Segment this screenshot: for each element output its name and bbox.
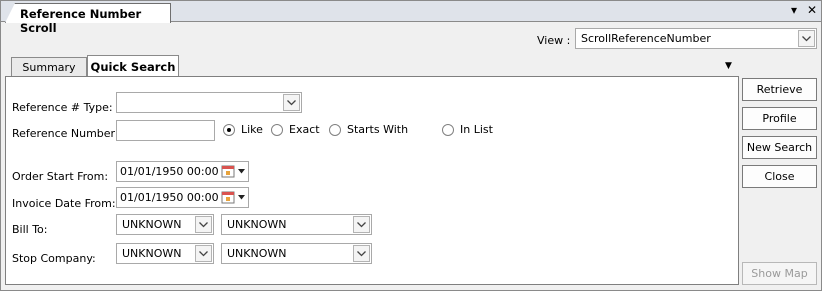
chevron-down-icon[interactable] — [283, 94, 300, 111]
view-select[interactable]: ScrollReferenceNumber — [575, 28, 817, 49]
close-button[interactable]: Close — [742, 165, 817, 188]
match-like-label: Like — [241, 123, 263, 136]
stop-company-code-select[interactable]: UNKNOWN — [116, 243, 214, 264]
match-in-list-label: In List — [460, 123, 493, 136]
bill-to-name-value: UNKNOWN — [227, 218, 287, 231]
bill-to-label: Bill To: — [12, 223, 48, 236]
close-icon[interactable]: ✕ — [807, 3, 817, 17]
invoice-date-label: Invoice Date From: — [12, 197, 116, 210]
calendar-icon[interactable] — [221, 190, 235, 204]
match-starts-with-radio[interactable]: Starts With — [329, 123, 408, 136]
stop-company-code-value: UNKNOWN — [122, 247, 182, 260]
radio-dot — [271, 123, 283, 136]
order-start-label: Order Start From: — [12, 170, 109, 183]
new-search-button[interactable]: New Search — [742, 136, 817, 159]
chevron-down-icon[interactable] — [798, 30, 815, 47]
order-start-value: 01/01/1950 00:00 — [120, 165, 219, 178]
ref-number-label: Reference Number: — [12, 127, 119, 140]
tab-strip: Summary Quick Search — [5, 55, 739, 77]
match-exact-label: Exact — [289, 123, 320, 136]
bill-to-name-select[interactable]: UNKNOWN — [221, 214, 372, 235]
chevron-down-icon[interactable] — [195, 245, 212, 262]
dropdown-arrow-icon[interactable] — [238, 169, 245, 174]
ref-type-select[interactable] — [116, 92, 302, 113]
ref-type-label: Reference # Type: — [12, 101, 113, 114]
chevron-down-icon[interactable] — [353, 245, 370, 262]
invoice-date-datetime[interactable]: 01/01/1950 00:00 — [116, 187, 249, 208]
retrieve-button[interactable]: Retrieve — [742, 78, 817, 101]
bill-to-code-value: UNKNOWN — [122, 218, 182, 231]
stop-company-name-value: UNKNOWN — [227, 247, 287, 260]
match-like-radio[interactable]: Like — [223, 123, 263, 136]
invoice-date-value: 01/01/1950 00:00 — [120, 191, 219, 204]
view-label: View : — [537, 34, 571, 47]
dropdown-arrow-icon[interactable] — [238, 195, 245, 200]
stop-company-label: Stop Company: — [12, 252, 96, 265]
order-start-datetime[interactable]: 01/01/1950 00:00 — [116, 161, 249, 182]
chevron-down-icon[interactable] — [353, 216, 370, 233]
view-select-value: ScrollReferenceNumber — [581, 32, 711, 45]
tab-menu-icon[interactable]: ▼ — [725, 61, 732, 71]
calendar-icon[interactable] — [221, 164, 235, 178]
ref-number-input[interactable] — [116, 120, 215, 141]
show-map-button[interactable]: Show Map — [742, 262, 817, 285]
tab-summary[interactable]: Summary — [11, 57, 87, 77]
tab-quick-search[interactable]: Quick Search — [87, 55, 179, 77]
radio-dot — [329, 123, 341, 136]
profile-button[interactable]: Profile — [742, 107, 817, 130]
window-title: Reference Number Scroll — [5, 3, 171, 35]
match-in-list-radio[interactable]: In List — [442, 123, 493, 136]
pin-menu-icon[interactable]: ▾ — [791, 3, 797, 17]
bill-to-code-select[interactable]: UNKNOWN — [116, 214, 214, 235]
chevron-down-icon[interactable] — [195, 216, 212, 233]
match-exact-radio[interactable]: Exact — [271, 123, 320, 136]
reference-number-scroll-window: Reference Number Scroll ▾ ✕ View : Scrol… — [0, 0, 822, 291]
radio-dot — [442, 123, 454, 136]
stop-company-name-select[interactable]: UNKNOWN — [221, 243, 372, 264]
title-bar: Reference Number Scroll ▾ ✕ — [1, 1, 821, 35]
match-starts-with-label: Starts With — [347, 123, 409, 136]
quick-search-panel: Reference # Type: Reference Number: Like… — [5, 76, 739, 285]
radio-dot — [223, 123, 235, 136]
